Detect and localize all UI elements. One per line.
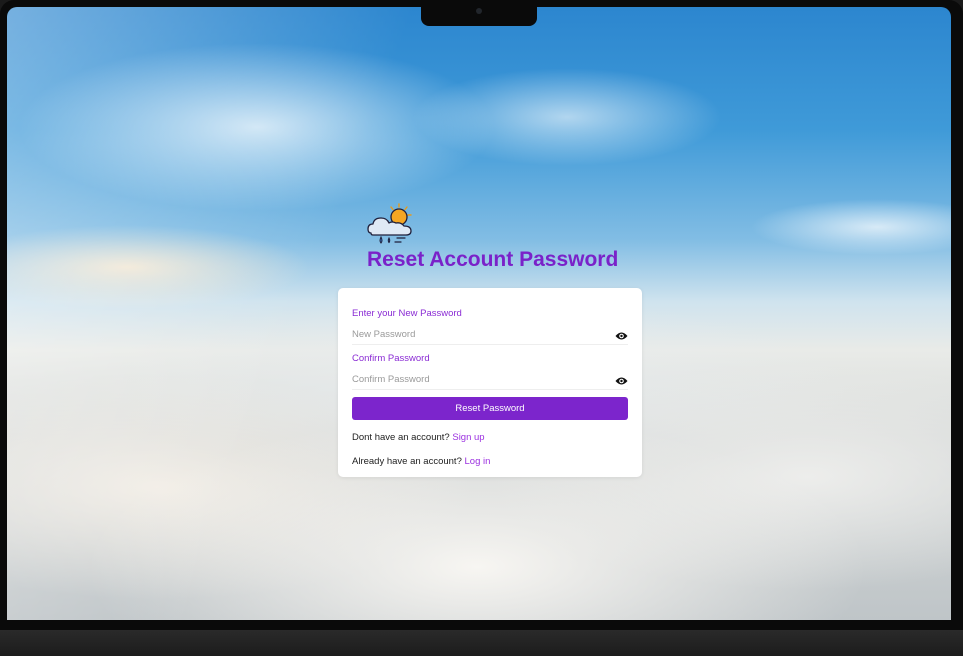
app-screen: Reset Account Password Enter your New Pa…: [7, 7, 951, 620]
confirm-password-input[interactable]: [352, 371, 602, 387]
eye-icon[interactable]: [615, 373, 628, 385]
login-prompt-row: Already have an account? Log in: [352, 456, 490, 467]
login-prompt-text: Already have an account?: [352, 456, 462, 467]
screen-bezel: Reset Account Password Enter your New Pa…: [0, 0, 963, 630]
eye-icon[interactable]: [615, 328, 628, 340]
laptop-frame: Reset Account Password Enter your New Pa…: [0, 0, 963, 656]
reset-password-card: Enter your New Password Confirm Password: [338, 288, 642, 477]
new-password-label: Enter your New Password: [352, 308, 462, 319]
weather-cloud-sun-rain-icon: [359, 200, 419, 248]
new-password-field: [352, 326, 628, 345]
camera-icon: [476, 8, 482, 14]
page-title: Reset Account Password: [367, 248, 619, 271]
login-link[interactable]: Log in: [465, 456, 491, 467]
laptop-base: [0, 630, 963, 656]
camera-notch: [421, 0, 537, 26]
signup-prompt-row: Dont have an account? Sign up: [352, 432, 485, 443]
reset-password-button[interactable]: Reset Password: [352, 397, 628, 420]
new-password-input[interactable]: [352, 326, 602, 342]
signup-prompt-text: Dont have an account?: [352, 432, 450, 443]
signup-link[interactable]: Sign up: [452, 432, 484, 443]
confirm-password-field: [352, 371, 628, 390]
confirm-password-label: Confirm Password: [352, 353, 430, 364]
